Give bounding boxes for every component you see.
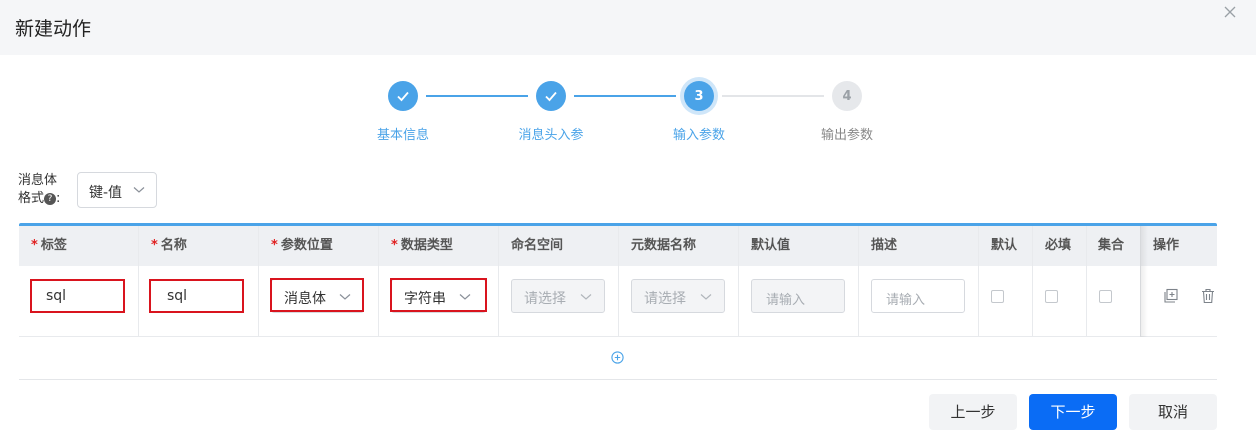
default-value-placeholder: 请输入 [766,293,806,308]
namespace-select[interactable]: 请选择 [511,279,605,313]
highlight-box [149,279,244,313]
step-2-label: 消息头入参 [518,128,584,143]
th-data-type: * 数据类型 [391,226,453,266]
highlight-box [390,278,487,312]
close-icon[interactable] [1221,3,1239,21]
format-label-colon: : [56,191,61,206]
help-icon[interactable]: ? [44,193,57,205]
col-divider [858,226,859,337]
metadata-name-placeholder: 请选择 [644,291,686,307]
th-collection: 集合 [1098,238,1125,253]
col-divider [258,226,259,337]
highlight-box [30,279,125,313]
chevron-down-icon [700,294,712,300]
col-divider [618,226,619,337]
prev-button[interactable]: 上一步 [929,394,1017,430]
step-connector-1 [426,95,528,97]
fixed-column-shadow [1140,226,1148,337]
metadata-name-select[interactable]: 请选择 [631,279,725,313]
th-label: * 标签 [31,226,67,266]
th-metadata-name: 元数据名称 [631,238,697,253]
next-button[interactable]: 下一步 [1029,394,1117,430]
chevron-down-icon [133,187,145,193]
step-3-label: 输入参数 [672,128,725,143]
add-row-icon[interactable] [611,351,624,364]
highlight-box [270,278,364,312]
format-label-line2-wrap: 格式?: [18,190,74,208]
description-input[interactable]: 请输入 [871,279,965,313]
required-mark: * [31,238,38,253]
th-position-text: 参数位置 [280,238,333,253]
required-mark: * [271,238,278,253]
dialog-title: 新建动作 [15,18,92,40]
namespace-placeholder: 请选择 [524,291,566,307]
format-select-value: 键-值 [89,185,123,201]
required-mark: * [151,238,158,253]
th-data-type-text: 数据类型 [400,238,453,253]
description-placeholder: 请输入 [886,293,926,308]
required-mark: * [391,238,398,253]
collection-checkbox[interactable] [1099,290,1112,303]
th-default-value: 默认值 [751,238,791,253]
th-actions: 操作 [1153,238,1180,253]
th-required: 必填 [1045,238,1072,253]
copy-row-icon[interactable] [1163,288,1179,304]
th-name-text: 名称 [160,238,187,253]
step-1-check-icon [388,81,418,111]
step-1-label: 基本信息 [376,128,429,143]
step-4-number: 4 [832,81,862,111]
th-default: 默认 [991,238,1018,253]
th-position: * 参数位置 [271,226,333,266]
step-connector-3 [722,95,824,97]
step-4-label: 输出参数 [820,128,873,143]
col-divider [138,226,139,337]
footer-divider [19,379,1217,380]
col-divider [378,226,379,337]
format-label-line1: 消息体 [18,173,58,188]
cancel-button[interactable]: 取消 [1129,394,1217,430]
trash-icon[interactable] [1200,288,1216,304]
col-divider [498,226,499,337]
step-connector-2 [574,95,676,97]
col-divider [738,226,739,337]
col-divider [1086,226,1087,337]
col-divider [978,226,979,337]
dialog-header [0,0,1256,55]
chevron-down-icon [580,294,592,300]
col-divider [1032,226,1033,337]
required-checkbox[interactable] [1045,290,1058,303]
format-label-line2: 格式 [18,191,45,206]
default-value-input[interactable]: 请输入 [751,279,845,313]
format-select[interactable]: 键-值 [77,172,157,208]
th-namespace: 命名空间 [511,238,564,253]
th-name: * 名称 [151,226,187,266]
step-2-check-icon [536,81,566,111]
default-checkbox[interactable] [991,290,1004,303]
th-description: 描述 [871,238,898,253]
th-label-text: 标签 [40,238,67,253]
format-label: 消息体 格式?: [18,172,74,208]
step-3-number: 3 [684,81,714,111]
